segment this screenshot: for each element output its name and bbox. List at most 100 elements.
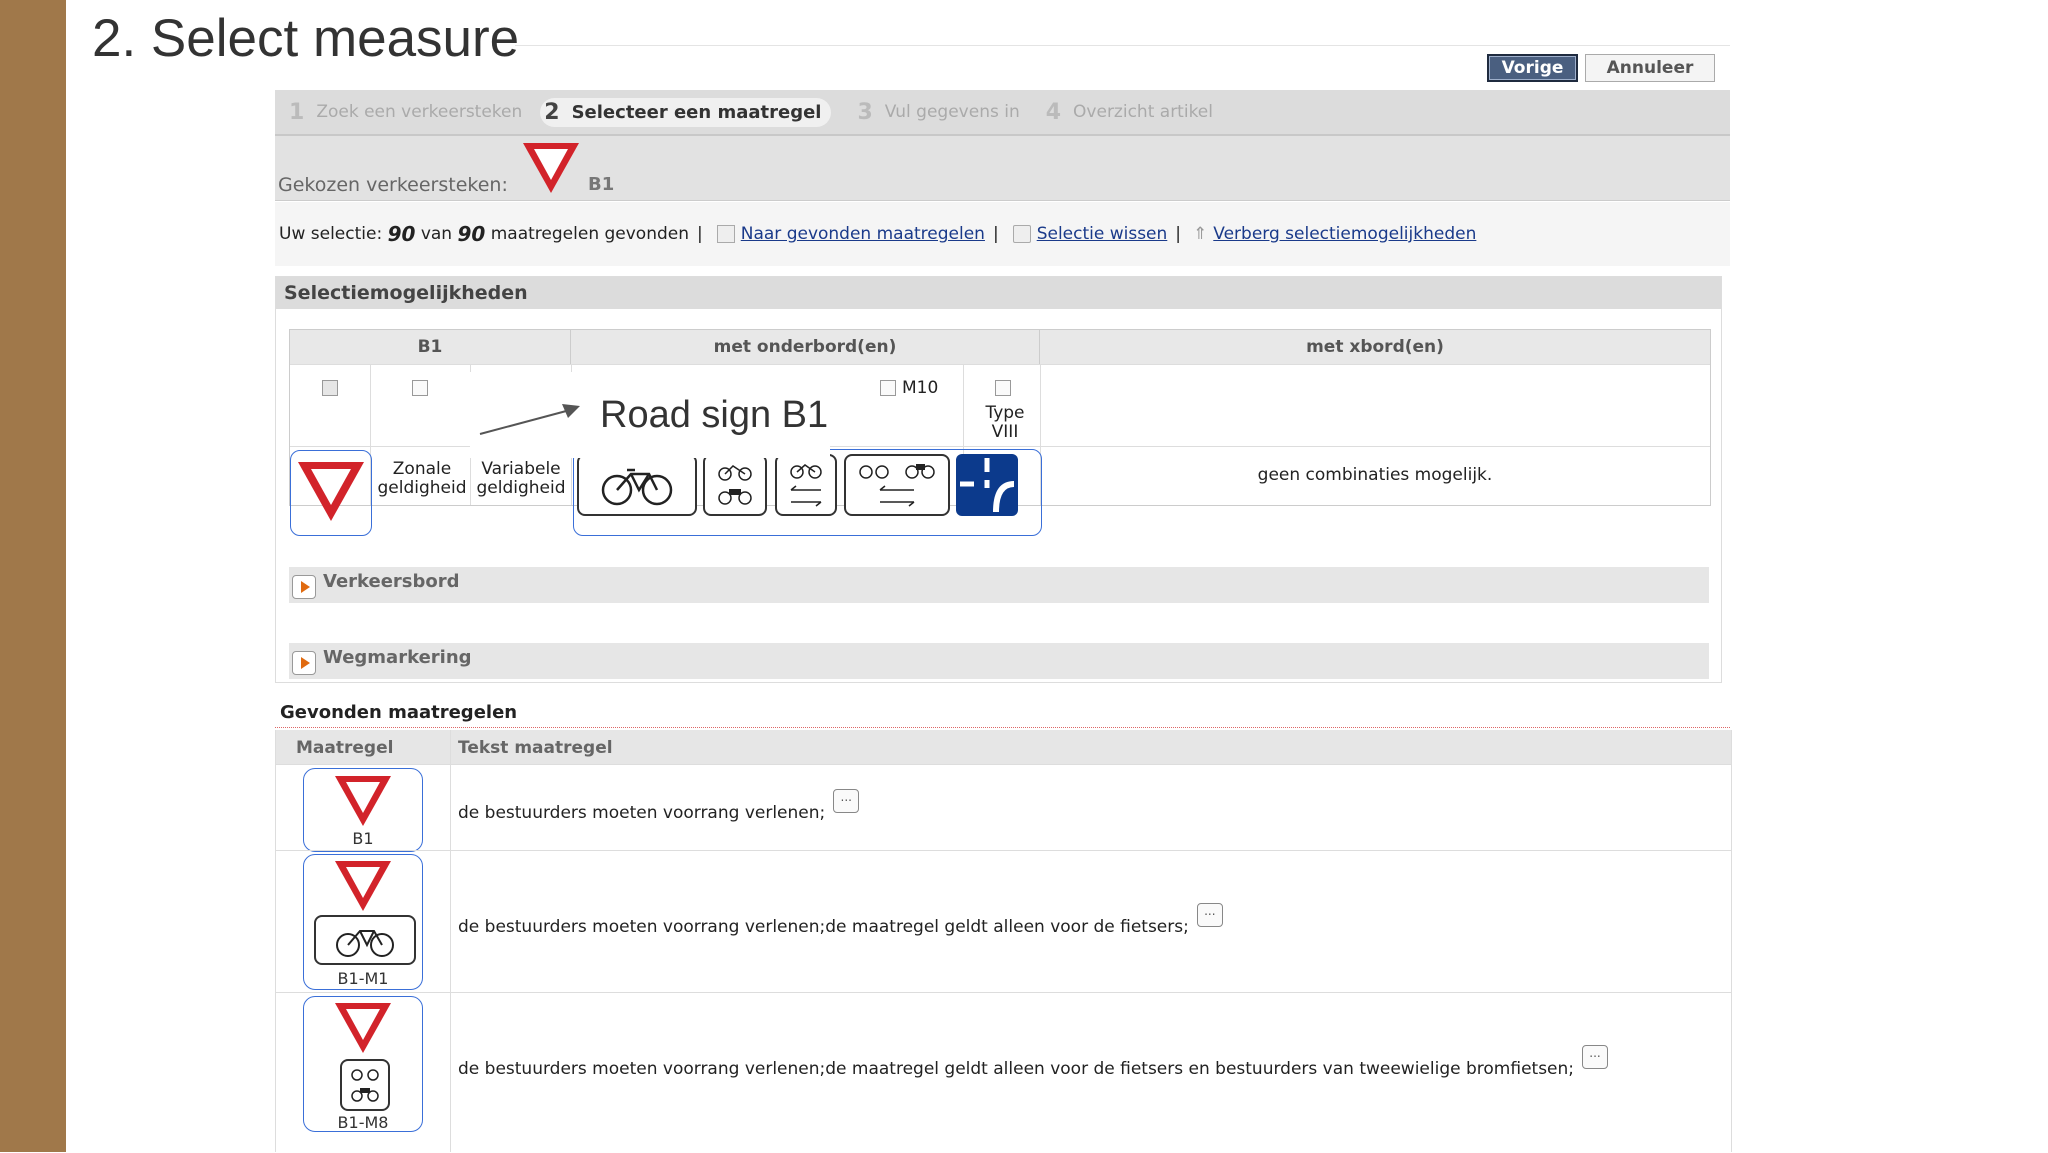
step-number: 1 <box>289 99 305 125</box>
list-icon <box>716 225 735 243</box>
found-measures-title: Gevonden maatregelen <box>280 702 518 723</box>
m10-checkbox[interactable] <box>880 380 896 396</box>
yield-sign-icon <box>298 462 364 521</box>
yield-sign-icon <box>335 861 391 911</box>
accordion-verkeersbord[interactable]: Verkeersbord <box>289 567 1709 603</box>
row-divider <box>290 364 1710 365</box>
step-2-active[interactable]: 2 Selecteer een maatregel <box>540 97 832 127</box>
cancel-button[interactable]: Annuleer <box>1585 54 1715 82</box>
selection-options-panel: Selectiemogelijkheden B1 met onderbord(e… <box>275 276 1722 683</box>
bicycle-moped-two-way-icon <box>859 464 935 507</box>
measure-text: de bestuurders moeten voorrang verlenen;… <box>458 903 1223 941</box>
junction-icon <box>960 458 1015 513</box>
measure-code: B1-M1 <box>337 969 389 988</box>
selection-of: van <box>420 224 453 244</box>
step-label: Zoek een verkeersteken <box>316 102 523 122</box>
found-measures-table: Maatregel Tekst maatregel B1 de bestuurd… <box>275 730 1732 1152</box>
column-header-b1: B1 <box>290 330 571 364</box>
measure-text: de bestuurders moeten voorrang verlenen;… <box>458 789 860 827</box>
bicycle-moped-two-way-sign-icon[interactable] <box>844 454 950 516</box>
selection-count: 90 <box>387 222 416 246</box>
selection-prefix: Uw selectie: <box>279 224 383 244</box>
bicycle-icon <box>601 468 673 506</box>
table-row[interactable]: B1-M1 de bestuurders moeten voorrang ver… <box>276 850 1731 993</box>
chosen-sign-bar: Gekozen verkeersteken: B1 <box>275 136 1730 201</box>
zonale-label: Zonale geldigheid <box>377 459 467 498</box>
chosen-sign-label: Gekozen verkeersteken: <box>278 174 508 196</box>
found-measures-link[interactable]: Naar gevonden maatregelen <box>741 224 985 244</box>
table-header: Maatregel Tekst maatregel <box>276 730 1731 764</box>
column-header-measure: Maatregel <box>296 738 394 758</box>
accordion-wegmarkering[interactable]: Wegmarkering <box>289 643 1709 679</box>
b1-option-frame[interactable] <box>290 450 372 536</box>
expand-arrow-icon <box>292 651 316 675</box>
more-button[interactable]: ... <box>1196 903 1223 927</box>
b1-checkbox[interactable] <box>322 380 338 396</box>
separator: | <box>992 224 999 244</box>
measure-card-b1-m1[interactable]: B1-M1 <box>303 854 423 990</box>
clear-selection-link[interactable]: Selectie wissen <box>1037 224 1168 244</box>
step-label: Selecteer een maatregel <box>571 101 822 123</box>
chosen-sign-code: B1 <box>588 174 615 195</box>
junction-sign-icon[interactable] <box>956 454 1018 516</box>
step-label: Vul gegevens in <box>884 102 1020 122</box>
measure-code: B1-M8 <box>337 1113 389 1132</box>
measure-text-value: de bestuurders moeten voorrang verlenen;… <box>458 1059 1575 1079</box>
accordion-label: Verkeersbord <box>323 571 460 592</box>
more-button[interactable]: ... <box>1582 1045 1609 1069</box>
onderbord-options-frame <box>573 449 1042 536</box>
measure-text-value: de bestuurders moeten voorrang verlenen; <box>458 803 826 823</box>
found-measures-rule <box>275 727 1730 728</box>
step-label: Overzicht artikel <box>1073 102 1213 122</box>
step-number: 2 <box>544 99 560 125</box>
bicycle-moped-sign-icon[interactable] <box>703 454 767 516</box>
measure-text-value: de bestuurders moeten voorrang verlenen;… <box>458 917 1189 937</box>
yield-sign-icon <box>523 143 579 193</box>
m10-label: M10 <box>902 378 939 398</box>
separator: | <box>1175 224 1182 244</box>
variabele-label: Variabele geldigheid <box>476 459 566 498</box>
measure-card-b1[interactable]: B1 <box>303 768 423 852</box>
slide-title: 2. Select measure <box>92 9 520 68</box>
hide-options-link[interactable]: Verberg selectiemogelijkheden <box>1213 224 1476 244</box>
type-viii-checkbox[interactable] <box>995 380 1011 396</box>
bicycle-two-way-sign-icon[interactable] <box>775 454 837 516</box>
step-number: 3 <box>857 99 873 125</box>
column-header-text: Tekst maatregel <box>458 738 613 758</box>
selection-suffix: maatregelen gevonden <box>490 224 690 244</box>
options-grid: B1 met onderbord(en) met xbord(en) M10 T… <box>289 329 1711 536</box>
bicycle-two-way-icon <box>790 464 822 507</box>
no-combinations-text: geen combinaties mogelijk. <box>1257 465 1493 485</box>
bicycle-sign-icon[interactable] <box>577 454 697 516</box>
bicycle-moped-icon <box>351 1069 379 1102</box>
step-1[interactable]: 1 Zoek een verkeersteken <box>289 100 522 125</box>
column-header-onderbord: met onderbord(en) <box>571 330 1040 364</box>
arrow-up-icon: ⇑ <box>1193 224 1208 244</box>
bicycle-moped-sign-icon <box>340 1059 390 1111</box>
accordion-label: Wegmarkering <box>323 647 472 668</box>
step-number: 4 <box>1045 99 1062 125</box>
bicycle-moped-icon <box>718 465 752 505</box>
annotation-arrow-icon <box>479 404 580 435</box>
title-divider <box>515 45 1730 46</box>
measure-card-b1-m8[interactable]: B1-M8 <box>303 996 423 1132</box>
slide-side-bar <box>0 0 66 1152</box>
previous-button[interactable]: Vorige <box>1487 54 1578 82</box>
step-4[interactable]: 4 Overzicht artikel <box>1046 100 1213 125</box>
table-row[interactable]: B1 de bestuurders moeten voorrang verlen… <box>276 764 1731 852</box>
separator: | <box>697 224 703 244</box>
expand-arrow-icon <box>292 575 316 599</box>
zonale-checkbox[interactable] <box>412 380 428 396</box>
measure-code: B1 <box>352 829 374 848</box>
selection-summary: Uw selectie: 90 van 90 maatregelen gevon… <box>275 202 1730 266</box>
yield-sign-icon <box>335 776 391 826</box>
table-row[interactable]: B1-M8 de bestuurders moeten voorrang ver… <box>276 992 1731 1153</box>
yield-sign-icon <box>335 1003 391 1053</box>
more-button[interactable]: ... <box>833 789 860 813</box>
step-3[interactable]: 3 Vul gegevens in <box>857 100 1019 125</box>
selection-total: 90 <box>457 222 486 246</box>
annotation-text: Road sign B1 <box>600 394 829 436</box>
type-viii-label: Type VIII <box>985 403 1025 442</box>
wizard-steps: 1 Zoek een verkeersteken 2 Selecteer een… <box>275 90 1730 137</box>
bicycle-icon <box>336 930 394 957</box>
